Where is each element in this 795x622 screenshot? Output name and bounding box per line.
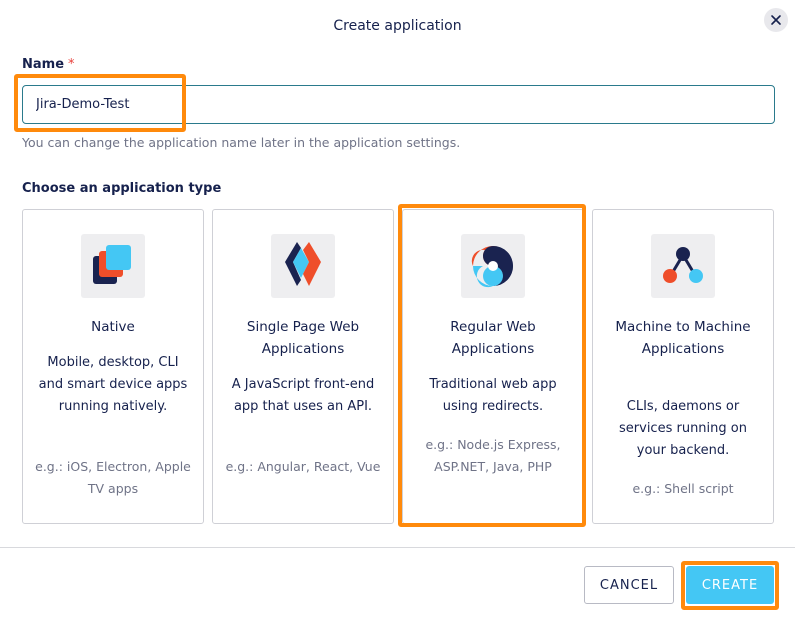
create-button[interactable]: CREATE xyxy=(686,566,774,604)
app-type-card-m2m[interactable]: Machine to Machine Applications CLIs, da… xyxy=(592,209,774,524)
card-description: CLIs, daemons or services running on you… xyxy=(619,399,747,458)
card-description: Traditional web app using redirects. xyxy=(429,377,557,414)
card-examples: e.g.: Angular, React, Vue xyxy=(225,459,381,474)
regular-web-app-icon xyxy=(461,234,525,298)
single-page-app-icon xyxy=(271,234,335,298)
card-description: Mobile, desktop, CLI and smart device ap… xyxy=(38,355,188,414)
required-asterisk: * xyxy=(68,57,75,72)
close-icon xyxy=(771,15,781,25)
app-type-card-native[interactable]: Native Mobile, desktop, CLI and smart de… xyxy=(22,209,204,524)
app-type-card-spa[interactable]: Single Page Web Applications A JavaScrip… xyxy=(212,209,394,524)
card-examples: e.g.: Node.js Express, ASP.NET, Java, PH… xyxy=(425,437,561,474)
name-input[interactable] xyxy=(22,85,775,124)
native-app-icon xyxy=(81,234,145,298)
card-examples: e.g.: Shell script xyxy=(632,481,734,496)
card-examples: e.g.: iOS, Electron, Apple TV apps xyxy=(35,459,191,496)
application-type-label: Choose an application type xyxy=(22,181,222,196)
card-title: Machine to Machine Applications xyxy=(615,319,751,357)
machine-to-machine-icon xyxy=(651,234,715,298)
app-type-card-regular-web[interactable]: Regular Web Applications Traditional web… xyxy=(402,209,584,524)
cancel-button[interactable]: CANCEL xyxy=(584,566,674,604)
card-title: Native xyxy=(91,319,135,335)
card-description: A JavaScript front-end app that uses an … xyxy=(231,377,375,414)
dialog-title: Create application xyxy=(333,18,462,34)
close-button[interactable] xyxy=(764,8,788,32)
name-label-text: Name xyxy=(22,57,65,72)
name-label: Name * xyxy=(22,57,75,72)
card-title: Regular Web Applications xyxy=(450,319,536,357)
footer-divider xyxy=(0,547,795,548)
card-title: Single Page Web Applications xyxy=(246,319,360,357)
name-help-text: You can change the application name late… xyxy=(22,135,461,150)
